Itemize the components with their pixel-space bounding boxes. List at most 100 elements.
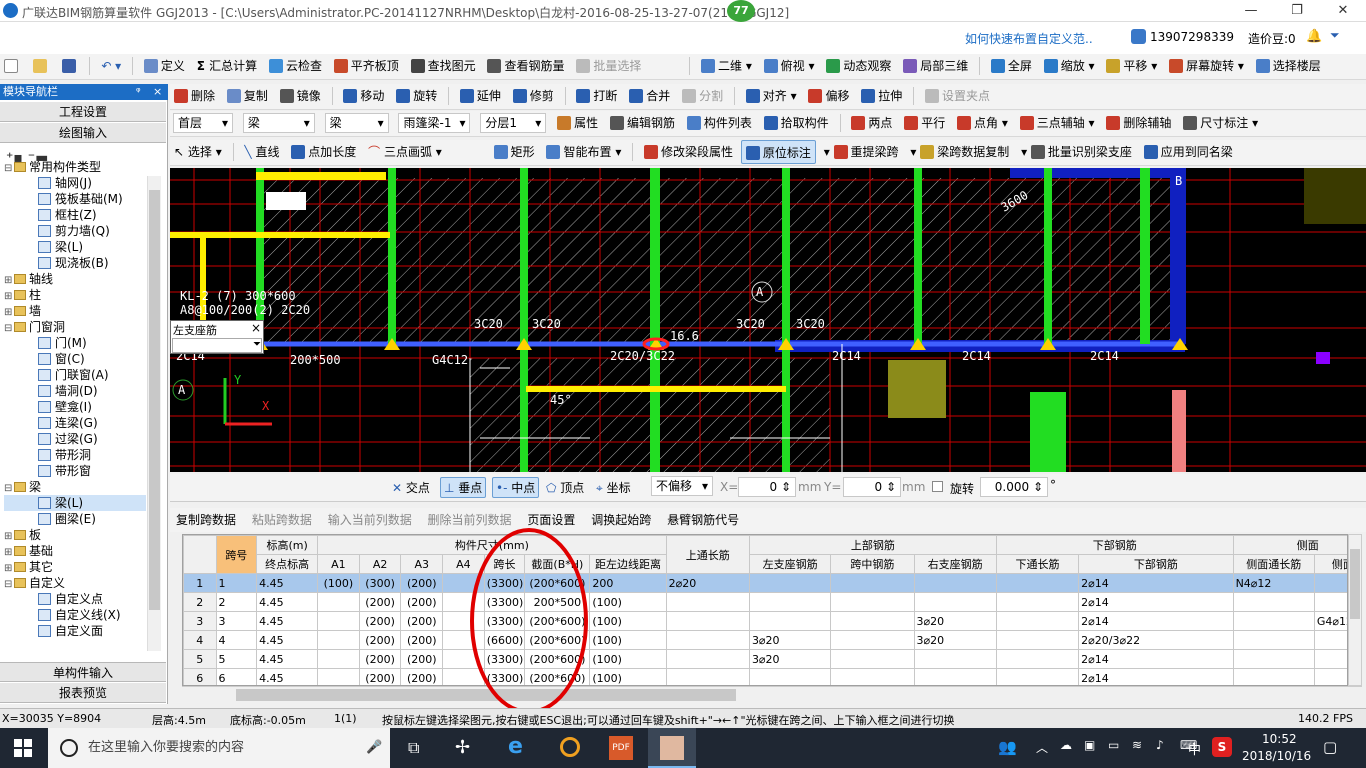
table-cell[interactable] xyxy=(913,668,997,685)
table-cell[interactable] xyxy=(1232,649,1315,669)
in-place-annotation-button[interactable]: 原位标注 xyxy=(740,140,816,164)
rotate-input[interactable]: 0.000 ⇕ xyxy=(980,477,1048,497)
type-select-2[interactable]: 梁 ▾ xyxy=(324,113,389,133)
table-cell[interactable] xyxy=(995,668,1080,685)
table-cell[interactable] xyxy=(665,611,750,631)
table-cell[interactable]: 1 xyxy=(215,573,258,593)
tree-item[interactable]: 连梁(G) xyxy=(4,415,146,431)
table-cell[interactable] xyxy=(665,649,750,669)
dimension-dropdown[interactable]: 尺寸标注 ▾ xyxy=(1179,111,1262,135)
local-3d-button[interactable]: 局部三维 xyxy=(899,54,972,78)
select-floor-button[interactable]: 选择楼层 xyxy=(1252,54,1325,78)
tree-item[interactable]: ⊟ 常用构件类型 xyxy=(4,159,146,175)
tree-item[interactable]: 自定义点 xyxy=(4,591,146,607)
extend-button[interactable]: 延伸 xyxy=(456,84,505,108)
tree-item[interactable]: ⊟ 自定义 xyxy=(4,575,146,591)
table-cell[interactable]: 4 xyxy=(215,630,258,650)
line-button[interactable]: ╲ 直线 xyxy=(240,140,283,164)
table-cell[interactable]: (100) xyxy=(589,611,667,631)
tree-item[interactable]: ⊟ 梁 xyxy=(4,479,146,495)
table-cell[interactable] xyxy=(1232,630,1315,650)
battery-icon[interactable]: ▭ xyxy=(1108,738,1119,752)
table-cell[interactable]: G4⌀12 xyxy=(1313,611,1347,631)
restore-button[interactable]: ❐ xyxy=(1274,0,1320,22)
table-cell[interactable]: (100) xyxy=(589,630,667,650)
table-cell[interactable] xyxy=(913,573,997,593)
table-cell[interactable] xyxy=(442,668,485,685)
table-cell[interactable] xyxy=(317,592,360,612)
table-cell[interactable]: N4⌀12 xyxy=(1232,573,1315,593)
point-length-button[interactable]: 点加长度 xyxy=(287,140,360,164)
table-cell[interactable]: 3 xyxy=(215,611,258,631)
rectangle-button[interactable]: 矩形 xyxy=(490,140,539,164)
copy-button[interactable]: 复制 xyxy=(223,84,272,108)
new-file-button[interactable] xyxy=(0,54,25,78)
chevron-down-icon[interactable]: ⏷ xyxy=(1330,28,1340,43)
edge-browser-icon[interactable]: e xyxy=(508,734,523,759)
tree-item[interactable]: 剪力墙(Q) xyxy=(4,223,146,239)
table-cell[interactable] xyxy=(665,592,750,612)
table-cell[interactable]: 4.45 xyxy=(256,649,319,669)
component-select[interactable]: 雨篷梁-1 ▾ xyxy=(398,113,471,133)
tree-item[interactable]: ⊞ 柱 xyxy=(4,287,146,303)
table-cell[interactable] xyxy=(913,649,997,669)
table-cell[interactable] xyxy=(830,592,915,612)
nav-scrollbar[interactable] xyxy=(147,176,161,651)
tree-item[interactable]: 带形洞 xyxy=(4,447,146,463)
table-cell[interactable] xyxy=(317,649,360,669)
three-point-aux-button[interactable]: 三点辅轴 ▾ xyxy=(1016,111,1099,135)
delete-button[interactable]: 删除 xyxy=(170,84,219,108)
table-row[interactable]: 4 4 4.45 (200) (200) (6600) (200*600) (100) 3⌀20… xyxy=(183,630,1347,650)
table-row[interactable]: 6 6 4.45 (200) (200) (3300) (200*600) (100) 2⌀14 xyxy=(183,668,1347,685)
merge-button[interactable]: 合并 xyxy=(625,84,674,108)
table-cell[interactable] xyxy=(1232,611,1315,631)
tree-item[interactable]: 带形窗 xyxy=(4,463,146,479)
smart-layout-dropdown[interactable]: 智能布置 ▾ xyxy=(542,140,625,164)
copy-span-data-button[interactable]: 复制跨数据 xyxy=(170,508,242,532)
table-cell[interactable]: (100) xyxy=(589,668,667,685)
drawing-svg[interactable]: KL-2 (7) 300*600 A8@100/200(2) 2C20 3C20… xyxy=(170,168,1366,472)
table-cell[interactable]: 4.45 xyxy=(256,573,319,593)
tree-item[interactable]: ⊞ 其它 xyxy=(4,559,146,575)
grid-vscroll[interactable] xyxy=(1348,534,1362,686)
break-button[interactable]: 打断 xyxy=(572,84,621,108)
table-cell[interactable] xyxy=(995,611,1080,631)
nav-close-icon[interactable]: × xyxy=(153,84,162,100)
table-cell[interactable]: (200) xyxy=(400,649,444,669)
left-support-popup[interactable]: 左支座筋 × ⏷ xyxy=(170,320,264,354)
report-preview-button[interactable]: 报表预览 xyxy=(0,683,166,703)
split-button[interactable]: 分割 xyxy=(678,84,727,108)
table-cell[interactable] xyxy=(748,573,832,593)
component-list-button[interactable]: 构件列表 xyxy=(683,111,756,135)
table-cell[interactable]: (100) xyxy=(317,573,360,593)
two-point-button[interactable]: 两点 xyxy=(847,111,896,135)
table-cell[interactable]: (200) xyxy=(358,649,402,669)
phone-number[interactable]: 13907298339 xyxy=(1150,30,1234,44)
action-center-icon[interactable]: ▢ xyxy=(1323,738,1337,756)
table-cell[interactable]: (200) xyxy=(400,611,444,631)
network-tray-icon[interactable]: ☁ xyxy=(1060,738,1072,752)
table-cell[interactable] xyxy=(1313,630,1347,650)
delete-column-data-button[interactable]: 删除当前列数据 xyxy=(422,508,518,532)
define-button[interactable]: 定义 xyxy=(140,54,189,78)
table-cell[interactable] xyxy=(1232,592,1315,612)
point-angle-button[interactable]: 点角 ▾ xyxy=(953,111,1012,135)
save-button[interactable] xyxy=(58,54,83,78)
delete-aux-button[interactable]: 删除辅轴 xyxy=(1102,111,1175,135)
taskbar-search-box[interactable]: 在这里输入你要搜索的内容 🎤 xyxy=(48,728,390,768)
table-cell[interactable]: 4.45 xyxy=(256,668,319,685)
table-row[interactable]: 3 3 4.45 (200) (200) (3300) (200*600) (100) 3⌀20… xyxy=(183,611,1347,631)
close-button[interactable]: ✕ xyxy=(1320,0,1366,22)
table-row[interactable]: 1 1 4.45 (100) (300) (200) (3300) (200*600) 200 2… xyxy=(183,573,1347,593)
tree-item[interactable]: 现浇板(B) xyxy=(4,255,146,271)
wifi-icon[interactable]: ≋ xyxy=(1132,738,1142,752)
table-cell[interactable]: (200) xyxy=(358,630,402,650)
tree-item[interactable]: 门(M) xyxy=(4,335,146,351)
mirror-button[interactable]: 镜像 xyxy=(276,84,325,108)
table-cell[interactable] xyxy=(748,668,832,685)
cantilever-code-button[interactable]: 悬臂钢筋代号 xyxy=(661,508,745,532)
table-cell[interactable]: 3⌀20 xyxy=(913,611,997,631)
table-cell[interactable] xyxy=(830,649,915,669)
view-2d-dropdown[interactable]: 二维 ▾ xyxy=(697,54,756,78)
tree-toggle-icon[interactable]: ⊟ xyxy=(4,161,14,177)
